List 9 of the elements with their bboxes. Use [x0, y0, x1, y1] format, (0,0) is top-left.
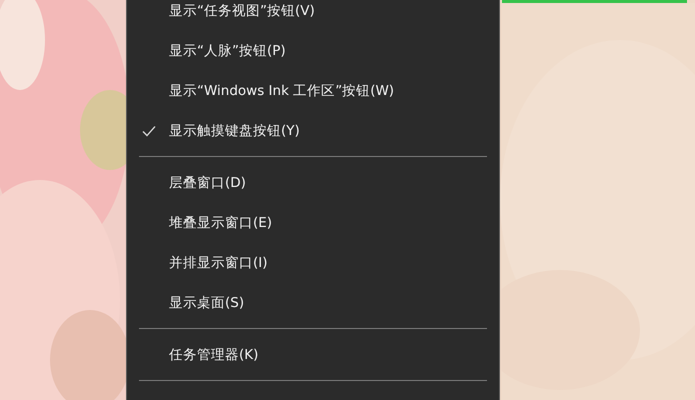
menu-item[interactable]: 并排显示窗口(I)	[127, 243, 499, 283]
menu-item[interactable]: 显示“Windows Ink 工作区”按钮(W)	[127, 71, 499, 111]
menu-item[interactable]: 层叠窗口(D)	[127, 163, 499, 203]
menu-item[interactable]: 显示“人脉”按钮(P)	[127, 31, 499, 71]
menu-item[interactable]: 显示触摸键盘按钮(Y)	[127, 111, 499, 151]
menu-item[interactable]: 任务管理器(K)	[127, 335, 499, 375]
menu-item[interactable]: 显示桌面(S)	[127, 283, 499, 323]
menu-item[interactable]: 堆叠显示窗口(E)	[127, 203, 499, 243]
menu-item[interactable]: 显示“任务视图”按钮(V)	[127, 0, 499, 31]
